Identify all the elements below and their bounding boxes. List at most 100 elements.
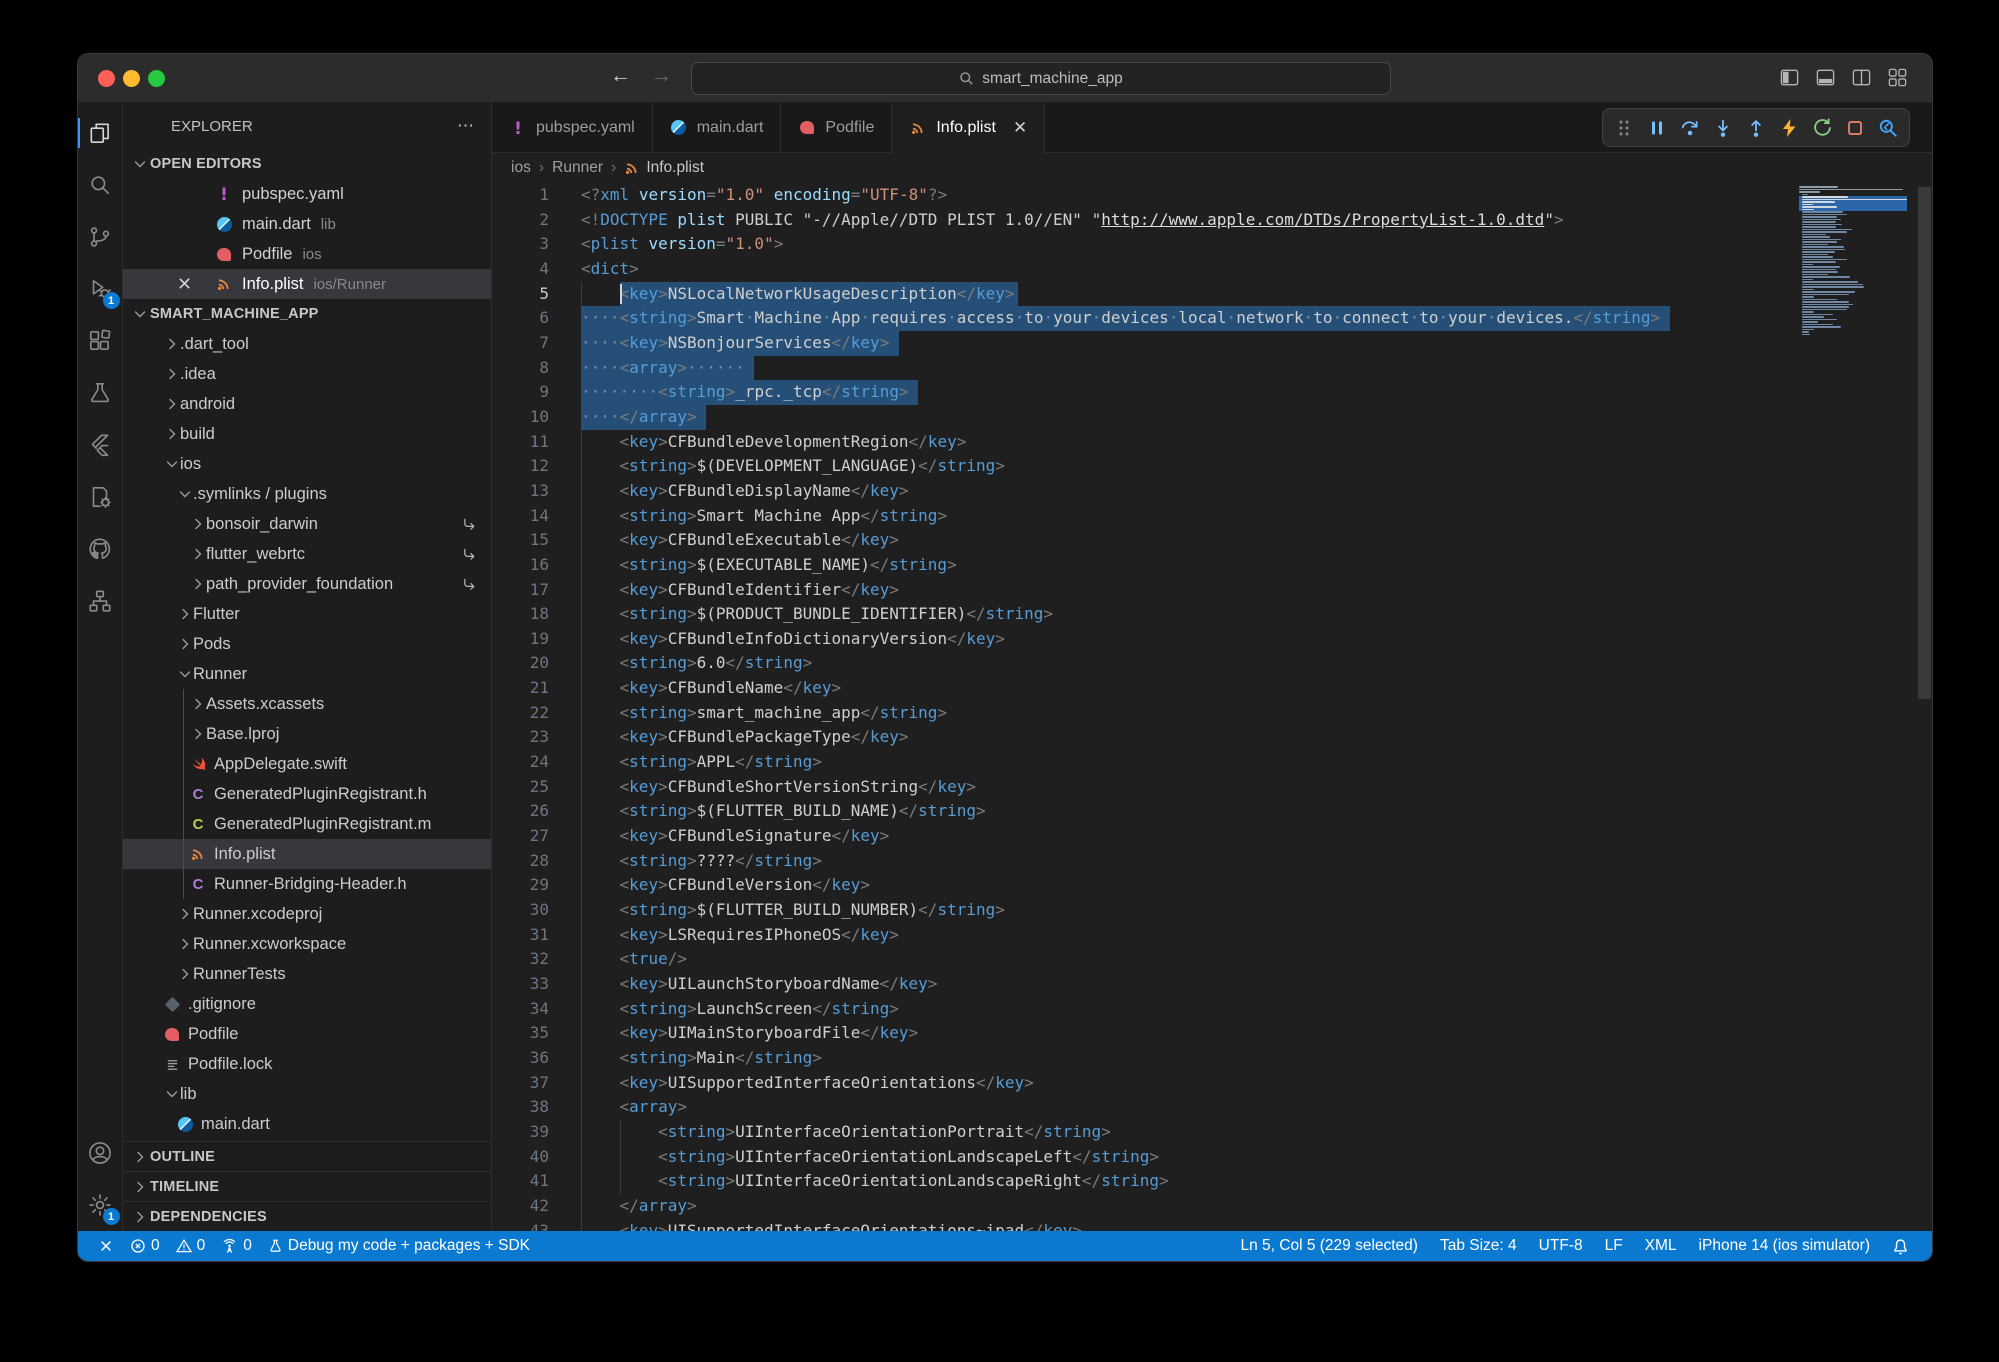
tree-item-path_provider_foundation[interactable]: path_provider_foundation [123,569,491,599]
activity-extensions-icon[interactable] [78,315,123,367]
code-line-27[interactable]: 27 <key>CFBundleSignature</key> [492,824,1932,849]
tree-item-Runner.xcworkspace[interactable]: Runner.xcworkspace [123,929,491,959]
code-line-14[interactable]: 14 <string>Smart Machine App</string> [492,504,1932,529]
line-number[interactable]: 39 [492,1120,549,1145]
status-XML[interactable]: XML [1634,1237,1688,1255]
code-line-26[interactable]: 26 <string>$(FLUTTER_BUILD_NAME)</string… [492,799,1932,824]
section-outline[interactable]: OUTLINE [123,1141,491,1171]
tree-item-Podfile[interactable]: Podfile [123,1019,491,1049]
tree-item-android[interactable]: android [123,389,491,419]
code-line-28[interactable]: 28 <string>????</string> [492,849,1932,874]
tree-item-flutter_webrtc[interactable]: flutter_webrtc [123,539,491,569]
close-window-button[interactable] [98,70,115,87]
code-line-3[interactable]: 3<plist version="1.0"> [492,232,1932,257]
status-Ln 5, Col 5 (229 selected)[interactable]: Ln 5, Col 5 (229 selected) [1229,1237,1429,1255]
line-number[interactable]: 9 [492,380,549,405]
close-icon[interactable]: ✕ [177,274,192,295]
tree-item-Runner[interactable]: Runner [123,659,491,689]
activity-github-icon[interactable] [78,523,123,575]
minimize-window-button[interactable] [123,70,140,87]
line-number[interactable]: 10 [492,405,549,430]
line-number[interactable]: 43 [492,1219,549,1231]
code-line-15[interactable]: 15 <key>CFBundleExecutable</key> [492,528,1932,553]
tree-item-.gitignore[interactable]: .gitignore [123,989,491,1019]
activity-settings-gear-icon[interactable]: 1 [78,1179,123,1231]
tree-item-Assets.xcassets[interactable]: Assets.xcassets [123,689,491,719]
line-number[interactable]: 36 [492,1046,549,1071]
tree-item-.symlinks / plugins[interactable]: .symlinks / plugins [123,479,491,509]
line-number[interactable]: 12 [492,454,549,479]
line-number[interactable]: 19 [492,627,549,652]
hot-reload-icon[interactable] [1774,113,1804,143]
tree-item-Base.lproj[interactable]: Base.lproj [123,719,491,749]
tree-item-Runner-Bridging-Header.h[interactable]: CRunner-Bridging-Header.h [123,869,491,899]
line-number[interactable]: 34 [492,997,549,1022]
code-line-31[interactable]: 31 <key>LSRequiresIPhoneOS</key> [492,923,1932,948]
line-number[interactable]: 11 [492,430,549,455]
code-line-20[interactable]: 20 <string>6.0</string> [492,651,1932,676]
breadcrumb-item[interactable]: Runner [552,159,603,177]
tree-item-GeneratedPluginRegistrant.m[interactable]: CGeneratedPluginRegistrant.m [123,809,491,839]
tree-item-AppDelegate.swift[interactable]: AppDelegate.swift [123,749,491,779]
activity-flutter-icon[interactable] [78,419,123,471]
tree-item-RunnerTests[interactable]: RunnerTests [123,959,491,989]
code-line-32[interactable]: 32 <true/> [492,947,1932,972]
project-section-header[interactable]: SMART_MACHINE_APP [123,299,491,329]
status-ports-icon[interactable]: 0 [213,1237,260,1255]
line-number[interactable]: 21 [492,676,549,701]
step-out-icon[interactable] [1741,113,1771,143]
line-number[interactable]: 5 [492,282,549,307]
tree-item-build[interactable]: build [123,419,491,449]
line-number[interactable]: 7 [492,331,549,356]
code-line-1[interactable]: 1<?xml version="1.0" encoding="UTF-8"?> [492,183,1932,208]
code-line-41[interactable]: 41 <string>UIInterfaceOrientationLandsca… [492,1169,1932,1194]
line-number[interactable]: 20 [492,651,549,676]
line-number[interactable]: 2 [492,208,549,233]
status-warning-icon[interactable]: 0 [168,1237,214,1255]
activity-search-icon[interactable] [78,159,123,211]
status-Tab Size: 4[interactable]: Tab Size: 4 [1429,1237,1528,1255]
close-tab-icon[interactable]: ✕ [1013,118,1027,138]
status-remote-icon[interactable] [90,1238,122,1254]
line-number[interactable]: 23 [492,725,549,750]
restart-icon[interactable] [1807,113,1837,143]
line-number[interactable]: 35 [492,1021,549,1046]
line-number[interactable]: 27 [492,824,549,849]
code-line-22[interactable]: 22 <string>smart_machine_app</string> [492,701,1932,726]
toggle-panel-icon[interactable] [1815,67,1836,88]
line-number[interactable]: 31 [492,923,549,948]
line-number[interactable]: 17 [492,578,549,603]
code-line-2[interactable]: 2<!DOCTYPE plist PUBLIC "-//Apple//DTD P… [492,208,1932,233]
split-editor-icon[interactable] [1851,67,1872,88]
status-debug-config-icon[interactable]: Debug my code + packages + SDK [260,1237,538,1255]
customize-layout-icon[interactable] [1887,67,1908,88]
status-error-icon[interactable]: 0 [122,1237,168,1255]
code-line-24[interactable]: 24 <string>APPL</string> [492,750,1932,775]
code-line-38[interactable]: 38 <array> [492,1095,1932,1120]
step-into-icon[interactable] [1708,113,1738,143]
breadcrumb[interactable]: ios›Runner›Info.plist [492,153,1932,183]
code-editor[interactable]: 1<?xml version="1.0" encoding="UTF-8"?>2… [492,183,1932,1231]
tab-Info.plist[interactable]: Info.plist✕ [892,103,1045,152]
tab-pubspec.yaml[interactable]: !pubspec.yaml [492,103,653,152]
code-line-11[interactable]: 11 <key>CFBundleDevelopmentRegion</key> [492,430,1932,455]
open-editor-main.dart[interactable]: main.dartlib [123,209,491,239]
line-number[interactable]: 40 [492,1145,549,1170]
code-line-17[interactable]: 17 <key>CFBundleIdentifier</key> [492,578,1932,603]
code-line-43[interactable]: 43 <key>UISupportedInterfaceOrientations… [492,1219,1932,1231]
code-line-36[interactable]: 36 <string>Main</string> [492,1046,1932,1071]
line-number[interactable]: 15 [492,528,549,553]
explorer-more-actions-icon[interactable]: ⋯ [457,116,475,136]
line-number[interactable]: 38 [492,1095,549,1120]
line-number[interactable]: 41 [492,1169,549,1194]
stop-icon[interactable] [1840,113,1870,143]
line-number[interactable]: 32 [492,947,549,972]
line-number[interactable]: 28 [492,849,549,874]
command-center-search[interactable]: smart_machine_app [691,62,1391,95]
tree-item-Info.plist[interactable]: Info.plist [123,839,491,869]
code-line-16[interactable]: 16 <string>$(EXECUTABLE_NAME)</string> [492,553,1932,578]
toggle-sidebar-icon[interactable] [1779,67,1800,88]
tree-item-lib[interactable]: lib [123,1079,491,1109]
line-number[interactable]: 6 [492,306,549,331]
nav-back-icon[interactable]: ← [610,64,631,88]
